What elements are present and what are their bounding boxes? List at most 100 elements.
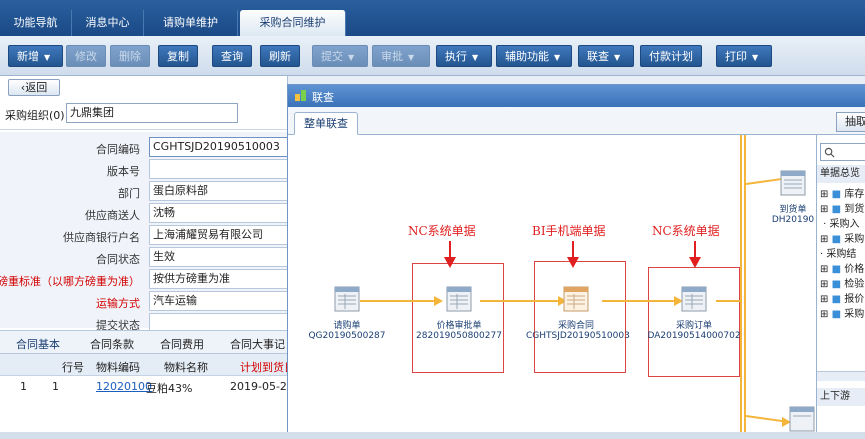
col-material-code[interactable]: 物料编码	[96, 359, 140, 375]
supplier-contact-input[interactable]: 沈畅	[149, 203, 288, 223]
tree-item[interactable]: ⊞ ■ 到货	[820, 200, 864, 215]
node-name: 请购单	[333, 321, 361, 331]
weight-standard-input[interactable]: 按供方磅重为准	[149, 269, 288, 289]
payment-plan-button[interactable]: 付款计划	[640, 45, 702, 67]
material-name: 豆粕43%	[146, 382, 193, 395]
app-icon	[295, 90, 306, 101]
field-label: 磅重标准（以哪方磅重为准）	[0, 275, 140, 288]
folder-icon: ■	[831, 294, 842, 305]
bank-account-input[interactable]: 上海浦耀贸易有限公司	[149, 225, 288, 245]
link-query-label: 联查	[587, 50, 609, 63]
annotation-nc-1: NC系统单据	[408, 224, 476, 238]
node-receipt[interactable]: 到货单 DH20190	[770, 169, 816, 225]
tab-contract-fees[interactable]: 合同费用	[160, 336, 204, 352]
refresh-button[interactable]: 刷新	[260, 45, 300, 67]
edit-button[interactable]: 修改	[66, 45, 106, 67]
document-icon	[789, 406, 815, 432]
execute-button[interactable]: 执行 ▼	[436, 45, 492, 67]
submit-button[interactable]: 提交 ▼	[312, 45, 368, 67]
transport-input[interactable]: 汽车运输	[149, 291, 288, 311]
field-label: 部门	[118, 187, 140, 200]
tab-contract-basic[interactable]: 合同基本	[12, 336, 64, 358]
chevron-down-icon: ▼	[44, 53, 51, 62]
flow-connector	[745, 415, 786, 423]
node-purchase-order[interactable]: 采购订单 DA20190514000702	[644, 285, 744, 341]
node-code: QG20190500287	[308, 331, 386, 341]
chevron-down-icon: ▼	[614, 53, 621, 62]
tab-contract-events[interactable]: 合同大事记	[230, 336, 285, 352]
doc-tree: ⊞ ■ 库存 ⊞ ■ 到货 · 采购入 ⊞ ■ 采购 · 采购结 ⊞ ■ 价格 …	[817, 183, 865, 333]
org-input[interactable]: 九鼎集团	[66, 103, 238, 123]
field-label: 供应商银行户名	[63, 231, 140, 244]
row-index: 1	[20, 380, 27, 393]
node-requisition[interactable]: 请购单 QG20190500287	[302, 285, 392, 341]
field-label: 合同编码	[96, 143, 140, 156]
document-icon	[780, 170, 806, 196]
field-label: 运输方式	[96, 297, 140, 310]
field-version: 版本号	[0, 158, 288, 180]
copy-button[interactable]: 复制	[158, 45, 198, 67]
tree-search-input[interactable]	[820, 143, 865, 161]
field-bank-account: 供应商银行户名 上海浦耀贸易有限公司	[0, 224, 288, 246]
col-material-name[interactable]: 物料名称	[164, 359, 208, 375]
summary-header: 单据总览	[817, 165, 865, 183]
tree-item[interactable]: ⊞ ■ 采购	[820, 230, 864, 245]
tab-full-trace[interactable]: 整单联查	[294, 112, 358, 135]
top-tab-bar: 功能导航 消息中心 请购单维护 采购合同维护	[0, 0, 865, 36]
annotation-arrow-icon	[444, 241, 456, 268]
tree-label: 价格	[844, 264, 865, 275]
tree-label: 采购结	[826, 249, 857, 260]
tab-requisition[interactable]: 请购单维护	[144, 10, 238, 36]
node-name: 到货单	[779, 205, 807, 215]
back-button[interactable]: ‹返回	[8, 79, 60, 96]
tree-item[interactable]: ⊞ ■ 报价	[820, 290, 864, 305]
field-supplier-contact: 供应商送人 沈畅	[0, 202, 288, 224]
plan-date: 2019-05-20	[230, 380, 294, 393]
col-line[interactable]: 行号	[62, 359, 84, 375]
department-input[interactable]: 蛋白原料部	[149, 181, 288, 201]
tab-contract-terms[interactable]: 合同条款	[90, 336, 134, 352]
version-input[interactable]	[149, 159, 288, 179]
chevron-down-icon: ▼	[348, 53, 355, 62]
node-purchase-contract[interactable]: 采购合同 CGHTSJD20190510003	[526, 285, 630, 341]
extract-button[interactable]: 抽取	[836, 112, 865, 132]
chevron-down-icon: ▼	[752, 53, 759, 62]
tree-item[interactable]: ⊞ ■ 价格	[820, 260, 865, 275]
execute-label: 执行	[445, 50, 467, 63]
material-code-link[interactable]: 12020100	[96, 380, 152, 393]
node-code: 282019050800277	[416, 331, 502, 341]
node-price-approval[interactable]: 价格审批单 282019050800277	[414, 285, 504, 341]
tree-label: 库存	[844, 189, 865, 200]
print-button[interactable]: 打印 ▼	[716, 45, 772, 67]
tree-item[interactable]: ⊞ ■ 检验	[820, 275, 864, 290]
tree-scrollbar[interactable]	[817, 371, 865, 381]
chevron-down-icon: ▼	[554, 53, 561, 62]
annotation-arrow-icon	[689, 241, 701, 268]
tree-item[interactable]: ⊞ ■ 库存	[820, 185, 865, 200]
document-icon	[446, 286, 472, 312]
tab-purchase-contract[interactable]: 采购合同维护	[240, 10, 346, 36]
table-row[interactable]: 1 1 12020100 豆粕43% 2019-05-20	[0, 376, 294, 396]
tree-item[interactable]: · 采购结	[820, 245, 857, 260]
assist-label: 辅助功能	[505, 50, 549, 63]
new-label: 新增	[17, 50, 39, 63]
field-contract-status: 合同状态 生效	[0, 246, 288, 268]
tree-item[interactable]: ⊞ ■ 采购	[820, 305, 864, 320]
assist-button[interactable]: 辅助功能 ▼	[496, 45, 572, 67]
field-transport: 运输方式 汽车运输	[0, 290, 288, 312]
folder-icon: ■	[831, 234, 842, 245]
contract-status-input[interactable]: 生效	[149, 247, 288, 267]
node-name: 价格审批单	[436, 321, 482, 331]
link-query-button[interactable]: 联查 ▼	[578, 45, 634, 67]
tab-function-nav[interactable]: 功能导航	[0, 10, 72, 36]
tab-message-center[interactable]: 消息中心	[72, 10, 144, 36]
side-tree-panel: 单据总览 ⊞ ■ 库存 ⊞ ■ 到货 · 采购入 ⊞ ■ 采购 · 采购结 ⊞ …	[816, 135, 865, 439]
node-code: CGHTSJD20190510003	[526, 331, 630, 341]
contract-code-input[interactable]: CGHTSJD20190510003	[149, 137, 288, 157]
tree-item[interactable]: · 采购入	[820, 215, 859, 230]
approve-button[interactable]: 审批 ▼	[372, 45, 430, 67]
query-button[interactable]: 查询	[212, 45, 252, 67]
new-button[interactable]: 新增 ▼	[8, 45, 63, 67]
dialog-titlebar[interactable]: 联查	[288, 85, 865, 107]
delete-button[interactable]: 删除	[110, 45, 150, 67]
